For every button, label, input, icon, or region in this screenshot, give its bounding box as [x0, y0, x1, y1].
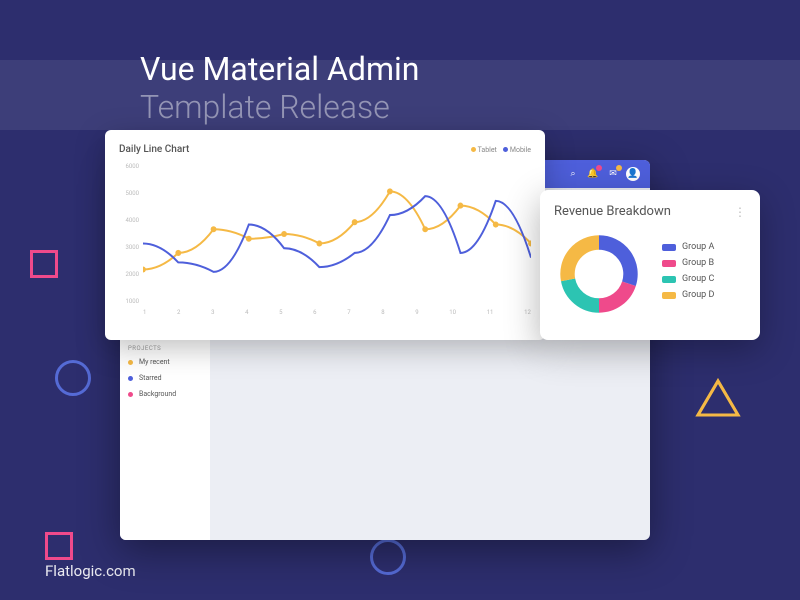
sidebar-project-my-recent[interactable]: My recent	[120, 354, 210, 370]
line-chart	[143, 163, 531, 305]
swatch-icon	[662, 276, 676, 283]
decoration-square-icon	[30, 250, 58, 278]
badge-dot	[596, 165, 602, 171]
swatch-icon	[662, 260, 676, 267]
promo-line2: Template Release	[140, 88, 419, 126]
legend-item: Group A	[662, 242, 714, 252]
line-chart-card: Daily Line Chart TabletMobile 6000500040…	[105, 130, 545, 340]
decoration-circle-icon	[370, 539, 406, 575]
swatch-icon	[662, 244, 676, 251]
sidebar-project-background[interactable]: Background	[120, 386, 210, 402]
decoration-square-icon	[45, 532, 73, 560]
card-menu-icon[interactable]: ⋮	[734, 205, 746, 219]
donut-chart	[554, 229, 644, 319]
badge-dot	[616, 165, 622, 171]
brand-label: Flatlogic.com	[45, 562, 136, 580]
search-icon[interactable]: ⌕	[566, 167, 580, 181]
sidebar-section-projects: PROJECTS	[120, 339, 210, 354]
y-axis: 600050004000300020001000	[119, 163, 143, 305]
revenue-title: Revenue Breakdown	[554, 204, 671, 219]
chart-legend: TabletMobile	[465, 146, 531, 154]
notifications-icon[interactable]: 🔔	[586, 167, 600, 181]
project-dot-icon	[128, 392, 133, 397]
project-dot-icon	[128, 376, 133, 381]
project-dot-icon	[128, 360, 133, 365]
revenue-legend: Group A Group B Group C Group D	[662, 242, 714, 306]
x-axis: 123456789101112	[143, 309, 531, 323]
legend-item: Group D	[662, 290, 714, 300]
chart-title: Daily Line Chart	[119, 144, 189, 155]
revenue-card: Revenue Breakdown ⋮ Group AGroup BGroup …	[540, 190, 760, 340]
messages-icon[interactable]: ✉	[606, 167, 620, 181]
decoration-circle-icon	[55, 360, 91, 396]
legend-item: Group B	[662, 258, 714, 268]
sidebar-project-starred[interactable]: Starred	[120, 370, 210, 386]
decoration-triangle-icon	[696, 380, 740, 418]
promo-line1: Vue Material Admin	[140, 50, 419, 88]
swatch-icon	[662, 292, 676, 299]
legend-item: Group C	[662, 274, 714, 284]
promo-title: Vue Material Admin Template Release	[140, 50, 419, 126]
avatar[interactable]: 👤	[626, 167, 640, 181]
